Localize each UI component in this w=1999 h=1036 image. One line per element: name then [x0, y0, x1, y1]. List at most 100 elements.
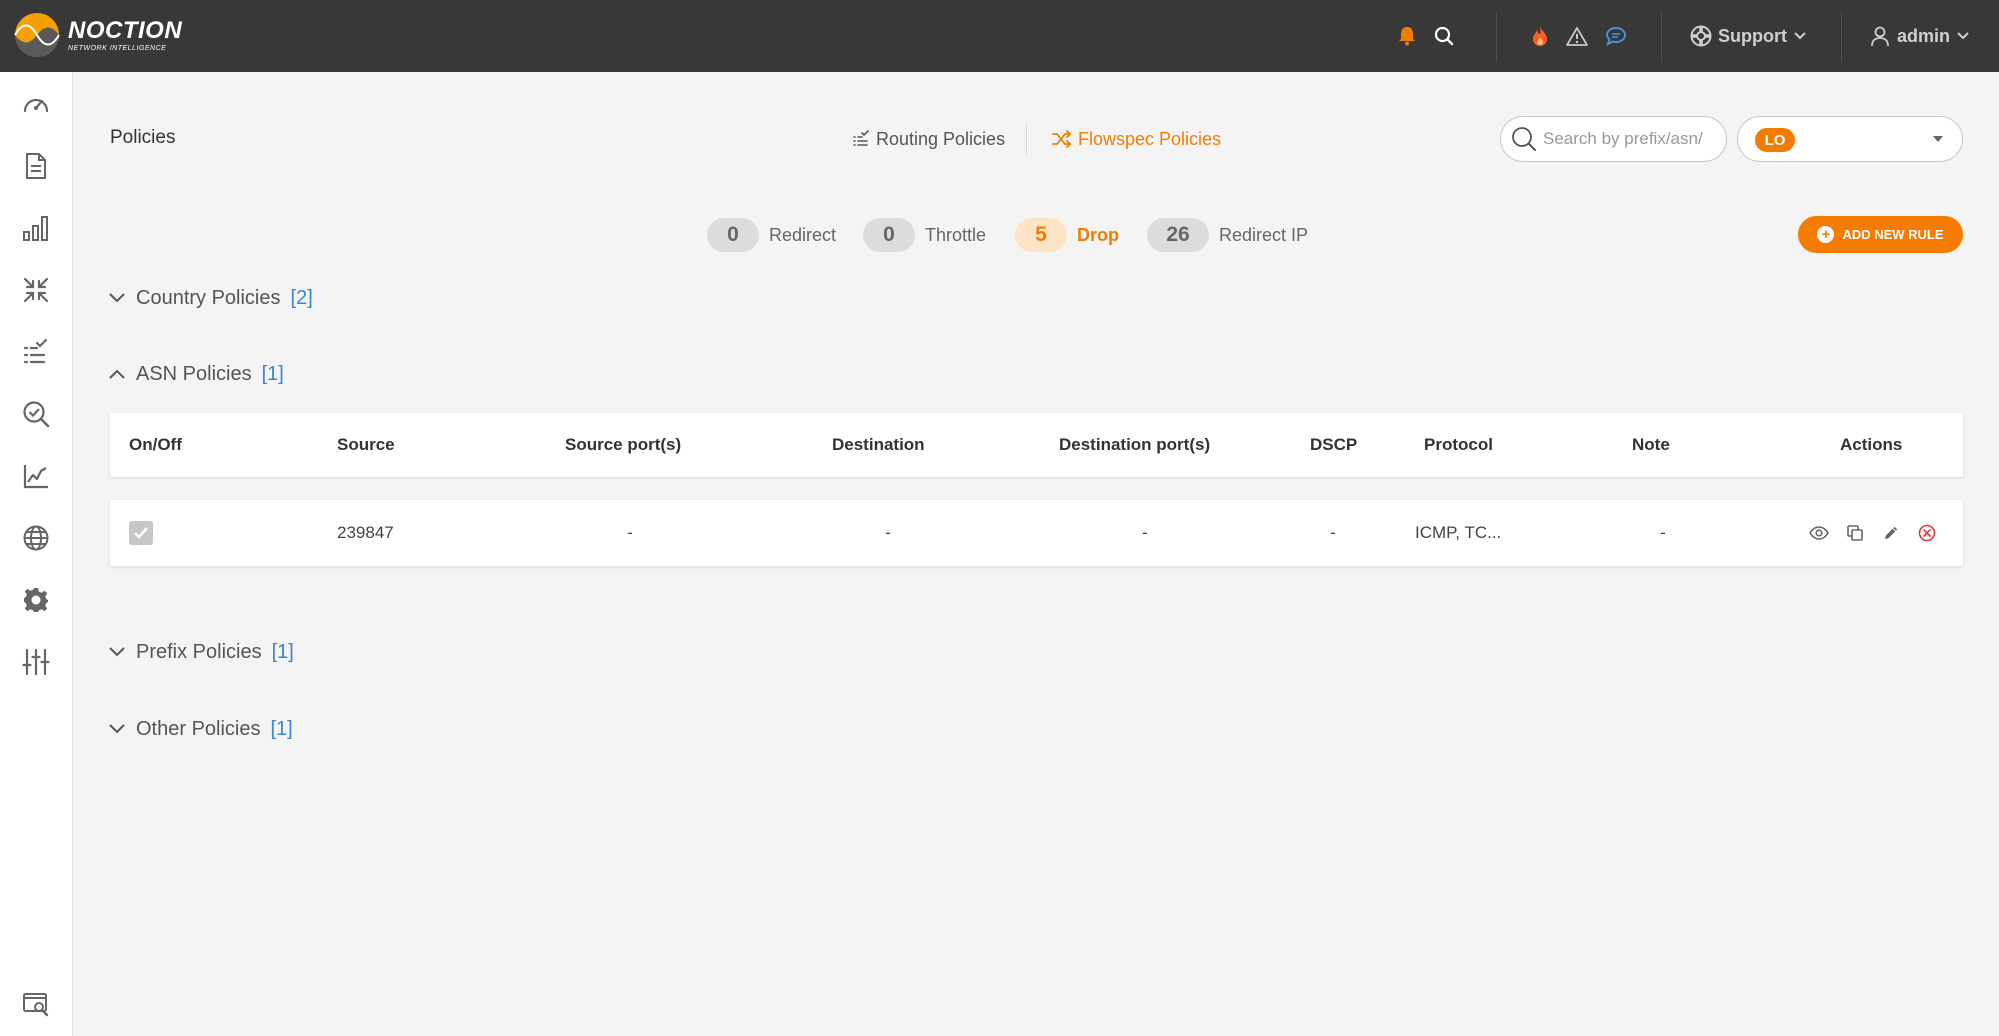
- counter-redirect-label: Redirect: [769, 224, 837, 245]
- topbar-divider: [1661, 12, 1662, 62]
- section-prefix-count: [1]: [271, 640, 294, 663]
- section-other-title: Other Policies: [136, 717, 261, 740]
- section-prefix-title: Prefix Policies: [136, 640, 262, 663]
- counter-redirect[interactable]: 0 Redirect: [707, 218, 836, 252]
- table-row: 239847 - - - - ICMP, TC... -: [110, 500, 1963, 566]
- column-header-destination-ports[interactable]: Destination port(s): [1059, 413, 1210, 477]
- column-header-on-off[interactable]: On/Off: [129, 413, 182, 477]
- bar-chart-icon[interactable]: [20, 212, 52, 244]
- section-other-policies[interactable]: Other Policies [1]: [108, 714, 293, 744]
- counter-drop-label: Drop: [1077, 224, 1119, 245]
- cell-dscp: -: [1330, 523, 1336, 542]
- counter-throttle[interactable]: 0 Throttle: [863, 218, 986, 252]
- chevron-down-icon: [1957, 32, 1969, 40]
- topbar-divider: [1496, 12, 1497, 62]
- column-header-note[interactable]: Note: [1632, 413, 1670, 477]
- plus-icon: +: [1817, 226, 1835, 243]
- column-header-destination[interactable]: Destination: [832, 413, 925, 477]
- chat-icon[interactable]: [1602, 22, 1630, 50]
- view-icon[interactable]: [1807, 521, 1831, 545]
- top-bar: NOCTION NETWORK INTELLIGENCE Support adm…: [0, 0, 1999, 72]
- logo-subtitle: NETWORK INTELLIGENCE: [68, 44, 167, 52]
- tab-divider: [1026, 124, 1027, 154]
- add-new-rule-label: ADD NEW RULE: [1842, 227, 1944, 242]
- column-header-protocol[interactable]: Protocol: [1424, 413, 1493, 477]
- chevron-down-icon: [1794, 32, 1806, 40]
- search-icon[interactable]: [1430, 22, 1458, 50]
- chevron-down-icon: [109, 647, 125, 657]
- cell-source-ports: -: [627, 523, 633, 542]
- counter-throttle-label: Throttle: [925, 224, 987, 245]
- policies-list-icon[interactable]: [20, 336, 52, 368]
- settings-icon[interactable]: [20, 584, 52, 616]
- section-asn-title: ASN Policies: [136, 362, 252, 385]
- fire-icon[interactable]: [1526, 22, 1554, 50]
- support-menu[interactable]: Support: [1684, 22, 1813, 50]
- counter-redirect-ip[interactable]: 26 Redirect IP: [1147, 218, 1308, 252]
- counter-redirect-value: 0: [707, 218, 759, 252]
- lifebuoy-icon: [1690, 25, 1712, 47]
- sidebar: [0, 72, 73, 1036]
- search-box[interactable]: [1500, 116, 1727, 162]
- support-label: Support: [1718, 25, 1787, 46]
- column-header-source[interactable]: Source: [337, 413, 395, 477]
- routing-list-icon: [853, 130, 869, 146]
- collapse-arrows-icon[interactable]: [20, 274, 52, 306]
- column-header-source-ports[interactable]: Source port(s): [565, 413, 681, 477]
- check-icon: [134, 527, 148, 539]
- counter-throttle-value: 0: [863, 218, 915, 252]
- caret-down-icon: [1933, 136, 1943, 142]
- search-icon: [1512, 127, 1536, 151]
- user-label: admin: [1897, 25, 1951, 46]
- copy-icon[interactable]: [1843, 521, 1867, 545]
- enabled-checkbox[interactable]: [129, 521, 153, 545]
- location-badge: LO: [1755, 128, 1795, 152]
- topbar-divider: [1841, 12, 1842, 62]
- monitor-search-icon[interactable]: [20, 988, 52, 1020]
- counter-drop-value: 5: [1015, 218, 1067, 252]
- counter-drop[interactable]: 5 Drop: [1015, 218, 1119, 252]
- tab-routing-label: Routing Policies: [876, 128, 1006, 149]
- column-header-dscp[interactable]: DSCP: [1310, 413, 1357, 477]
- tab-flowspec-policies[interactable]: Flowspec Policies: [1052, 126, 1221, 152]
- cell-source: 239847: [337, 523, 394, 542]
- user-icon: [1871, 26, 1889, 47]
- section-country-count: [2]: [290, 286, 313, 309]
- logo[interactable]: NOCTION NETWORK INTELLIGENCE: [14, 10, 182, 60]
- tab-flowspec-label: Flowspec Policies: [1078, 128, 1222, 149]
- search-check-icon[interactable]: [20, 398, 52, 430]
- row-toggle[interactable]: [129, 500, 153, 566]
- chevron-down-icon: [109, 724, 125, 734]
- location-select[interactable]: LO: [1737, 116, 1963, 162]
- add-new-rule-button[interactable]: + ADD NEW RULE: [1798, 216, 1963, 253]
- cell-note: -: [1660, 523, 1666, 542]
- section-country-policies[interactable]: Country Policies [2]: [108, 283, 313, 313]
- tab-routing-policies[interactable]: Routing Policies: [852, 126, 1005, 152]
- section-other-count: [1]: [270, 717, 293, 740]
- table-header: On/Off Source Source port(s) Destination…: [110, 413, 1963, 477]
- line-chart-icon[interactable]: [20, 460, 52, 492]
- delete-icon[interactable]: [1915, 521, 1939, 545]
- search-input[interactable]: [1543, 129, 1713, 149]
- globe-icon[interactable]: [20, 522, 52, 554]
- page-title: Policies: [110, 127, 176, 148]
- cell-destination: -: [885, 523, 891, 542]
- warning-icon[interactable]: [1563, 22, 1591, 50]
- section-country-title: Country Policies: [136, 286, 281, 309]
- section-asn-policies[interactable]: ASN Policies [1]: [108, 359, 284, 389]
- chevron-down-icon: [109, 293, 125, 303]
- user-menu[interactable]: admin: [1863, 22, 1976, 50]
- cell-protocol: ICMP, TC...: [1415, 523, 1502, 542]
- logo-title: NOCTION: [68, 16, 183, 44]
- counter-redirect-ip-label: Redirect IP: [1219, 224, 1309, 245]
- shuffle-icon: [1052, 130, 1072, 148]
- edit-icon[interactable]: [1879, 521, 1903, 545]
- bell-icon[interactable]: [1393, 22, 1421, 50]
- dashboard-icon[interactable]: [20, 88, 52, 120]
- reports-icon[interactable]: [20, 150, 52, 182]
- counter-redirect-ip-value: 26: [1147, 218, 1209, 252]
- section-prefix-policies[interactable]: Prefix Policies [1]: [108, 637, 294, 667]
- cell-destination-ports: -: [1142, 523, 1148, 542]
- section-asn-count: [1]: [261, 362, 284, 385]
- sliders-icon[interactable]: [20, 646, 52, 678]
